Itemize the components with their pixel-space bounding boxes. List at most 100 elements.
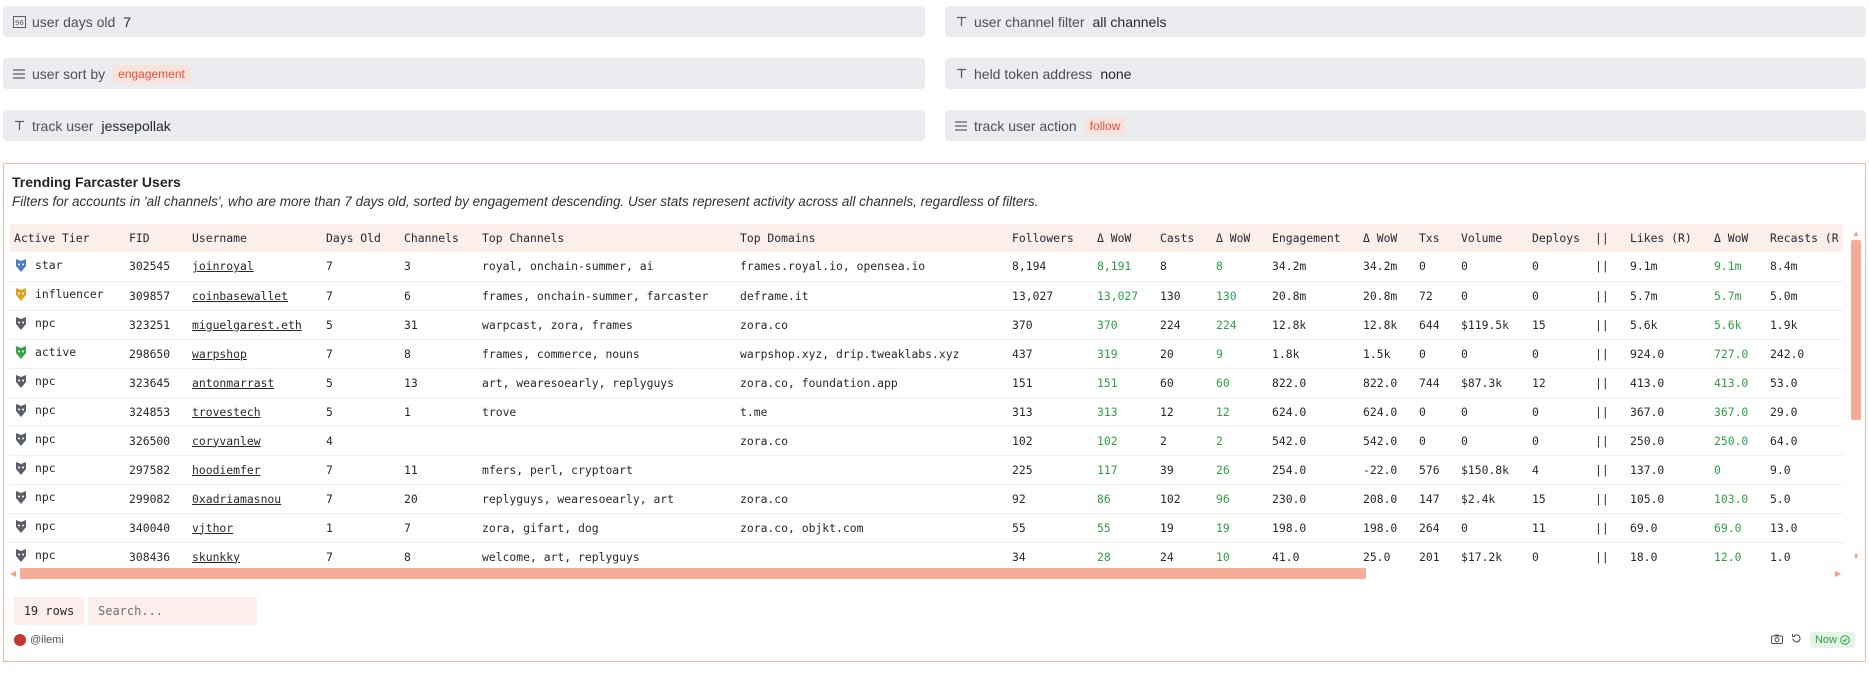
scroll-left-arrow-icon[interactable]: ◀ [10, 569, 16, 578]
col-header[interactable]: Likes (R) [1626, 224, 1710, 252]
cell-engagement: 20.8m [1272, 288, 1307, 303]
col-header[interactable]: Active Tier [10, 224, 125, 252]
table-search-input[interactable] [88, 597, 257, 625]
col-header[interactable]: Days Old [322, 224, 400, 252]
cell-recasts: 1.0 [1770, 549, 1791, 564]
param-label: user channel filter [974, 13, 1085, 30]
username-link[interactable]: 0xadriamasnou [192, 492, 281, 506]
cell-sep: || [1595, 520, 1609, 535]
col-header[interactable]: Volume [1457, 224, 1528, 252]
cell-sep: || [1595, 288, 1609, 303]
username-link[interactable]: vjthor [192, 521, 233, 535]
table-row[interactable]: npc 324853 trovestech 5 1 trove t.me 313 313 12 12… [10, 397, 1843, 426]
cell-username: miguelgarest.eth [188, 310, 322, 339]
username-link[interactable]: coryvanlew [192, 434, 261, 448]
username-link[interactable]: miguelgarest.eth [192, 318, 302, 332]
col-header[interactable]: Recasts (R [1766, 224, 1843, 252]
param-value-pill[interactable]: follow [1084, 116, 1126, 135]
cell-engagement-wow: 1.5k [1363, 346, 1391, 361]
table-row[interactable]: npc 340040 vjthor 1 7 zora, gifart, dog zora.c… [10, 513, 1843, 542]
cell-recasts: 1.9k [1770, 317, 1798, 332]
param-value[interactable]: all channels [1093, 14, 1167, 30]
text-type-icon [954, 67, 968, 81]
table-row[interactable]: active 298650 warpshop 7 8 frames, commerce, … [10, 339, 1843, 368]
table-row[interactable]: star 302545 joinroyal 7 3 royal, onchain-summ… [10, 252, 1843, 281]
username-link[interactable]: warpshop [192, 347, 247, 361]
username-link[interactable]: coinbasewallet [192, 289, 288, 303]
cell-sep: || [1595, 375, 1609, 390]
param-value[interactable]: 7 [123, 14, 131, 30]
col-header[interactable]: Δ WoW [1710, 224, 1766, 252]
cell-recasts: 242.0 [1770, 346, 1805, 361]
tier-badge-icon [14, 403, 28, 417]
camera-icon[interactable] [1770, 634, 1783, 647]
col-header[interactable]: Engagement [1268, 224, 1359, 252]
table-row[interactable]: npc 299082 0xadriamasnou 7 20 replyguys, wear… [10, 484, 1843, 513]
freshness-badge[interactable]: Now [1809, 632, 1855, 648]
username-link[interactable]: hoodiemfer [192, 463, 261, 477]
cell-deploys: 15 [1532, 491, 1546, 506]
table-row[interactable]: npc 326500 coryvanlew 4 zora.co 102 102 2 2 542.0… [10, 426, 1843, 455]
param-value[interactable]: jessepollak [101, 118, 170, 134]
col-header[interactable]: Channels [400, 224, 478, 252]
cell-likes: 18.0 [1630, 549, 1658, 564]
cell-active-tier: npc [10, 368, 125, 397]
vertical-scrollbar[interactable] [1851, 240, 1861, 420]
param-user-channel-filter[interactable]: user channel filter all channels [945, 6, 1866, 37]
cell-channels: 8 [404, 549, 411, 564]
cell-fid: 299082 [129, 491, 171, 506]
username-link[interactable]: trovestech [192, 405, 261, 419]
results-table-container[interactable]: Active Tier FID Username Days Old Channe… [10, 224, 1850, 567]
param-track-user[interactable]: track user jessepollak [3, 110, 925, 141]
cell-followers: 34 [1012, 549, 1026, 564]
horizontal-scrollbar[interactable] [20, 568, 1366, 579]
cell-deploys: 12 [1532, 375, 1546, 390]
col-header[interactable]: || [1591, 224, 1626, 252]
col-header[interactable]: Δ WoW [1359, 224, 1415, 252]
col-header[interactable]: Top Channels [478, 224, 736, 252]
col-header[interactable]: Δ WoW [1093, 224, 1156, 252]
refresh-icon[interactable] [1791, 633, 1802, 647]
table-row[interactable]: npc 297582 hoodiemfer 7 11 mfers, perl, crypt… [10, 455, 1843, 484]
cell-fid: 324853 [129, 404, 171, 419]
col-header[interactable]: Top Domains [736, 224, 1008, 252]
param-user-days-old[interactable]: 96 user days old 7 [3, 6, 925, 37]
param-value-pill[interactable]: engagement [113, 64, 190, 83]
col-header[interactable]: FID [125, 224, 188, 252]
param-user-sort-by[interactable]: user sort by engagement [3, 58, 925, 89]
table-row[interactable]: npc 323251 miguelgarest.eth 5 31 warpcast, zo… [10, 310, 1843, 339]
cell-txs: 0 [1419, 404, 1426, 419]
cell-txs: 576 [1419, 462, 1440, 477]
cell-channels: 1 [404, 404, 411, 419]
cell-followers-wow: 8,191 [1097, 259, 1132, 274]
tier-badge-icon [14, 461, 28, 475]
cell-txs: 72 [1419, 288, 1433, 303]
table-row[interactable]: npc 308436 skunkky 7 8 welcome, art, replyguy… [10, 542, 1843, 567]
username-link[interactable]: antonmarrast [192, 376, 274, 390]
username-link[interactable]: joinroyal [192, 259, 254, 273]
username-link[interactable]: skunkky [192, 550, 240, 564]
cell-recasts: 5.0m [1770, 288, 1798, 303]
cell-casts: 24 [1160, 549, 1174, 564]
cell-username: coinbasewallet [188, 281, 322, 310]
cell-followers: 8,194 [1012, 259, 1047, 274]
col-header[interactable]: Δ WoW [1212, 224, 1268, 252]
cell-followers: 151 [1012, 375, 1033, 390]
cell-sep: || [1595, 346, 1609, 361]
col-header[interactable]: Username [188, 224, 322, 252]
col-header[interactable]: Txs [1415, 224, 1457, 252]
scroll-right-arrow-icon[interactable]: ▶ [1835, 569, 1841, 578]
param-track-user-action[interactable]: track user action follow [945, 110, 1866, 141]
col-header[interactable]: Deploys [1528, 224, 1591, 252]
scroll-down-arrow-icon[interactable]: ▼ [1852, 552, 1860, 561]
scroll-up-arrow-icon[interactable]: ▲ [1852, 229, 1860, 238]
table-row[interactable]: npc 323645 antonmarrast 5 13 art, wearesoearl… [10, 368, 1843, 397]
tier-text: npc [35, 490, 56, 504]
table-row[interactable]: influencer 309857 coinbasewallet 7 6 frames, … [10, 281, 1843, 310]
param-held-token-address[interactable]: held token address none [945, 58, 1866, 89]
col-header[interactable]: Casts [1156, 224, 1212, 252]
param-value[interactable]: none [1100, 66, 1131, 82]
author-link[interactable]: @ilemi [14, 634, 64, 646]
cell-top-domains: t.me [740, 404, 768, 419]
col-header[interactable]: Followers [1008, 224, 1093, 252]
